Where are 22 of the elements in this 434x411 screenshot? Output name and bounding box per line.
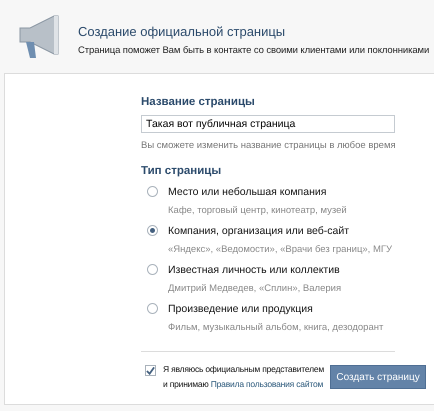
agreement-checkbox[interactable]: [145, 365, 156, 376]
agreement-text: Я являюсь официальным представителем и принимаю Правила пользования сайтом: [163, 363, 324, 391]
hint-text: Вы сможете изменить название страницы в любое время: [141, 140, 397, 151]
section-heading: Тип страницы: [141, 165, 222, 177]
page-subtitle: Страница поможет Вам быть в контакте со своими клиентами или поклонниками: [78, 45, 430, 56]
radio-button[interactable]: [147, 225, 158, 236]
section-heading: Название страницы: [141, 96, 256, 108]
option-examples: Фильм, музыкальный альбом, книга, дезодорант: [168, 322, 384, 333]
page-name-field[interactable]: Такая вот публичная страница: [141, 115, 395, 133]
option-examples: Кафе, торговый центр, кинотеатр, музей: [168, 205, 348, 216]
option-label: Компания, организация или веб-сайт: [168, 225, 350, 237]
radio-button[interactable]: [147, 186, 158, 197]
option-examples: Дмитрий Медведев, «Сплин», Валерия: [168, 283, 342, 294]
create-page-button[interactable]: Создать страницу: [330, 365, 426, 389]
terms-link[interactable]: Правила пользования сайтом: [210, 379, 324, 389]
option-examples: «Яндекс», «Ведомости», «Врачи без границ», МГУ: [168, 244, 394, 255]
option-label: Произведение или продукция: [168, 303, 314, 315]
option-label: Место или небольшая компания: [168, 186, 328, 198]
option-label: Известная личность или коллектив: [168, 264, 341, 276]
page-title: Создание официальной страницы: [78, 24, 286, 39]
radio-button[interactable]: [147, 303, 158, 314]
radio-button[interactable]: [147, 264, 158, 275]
